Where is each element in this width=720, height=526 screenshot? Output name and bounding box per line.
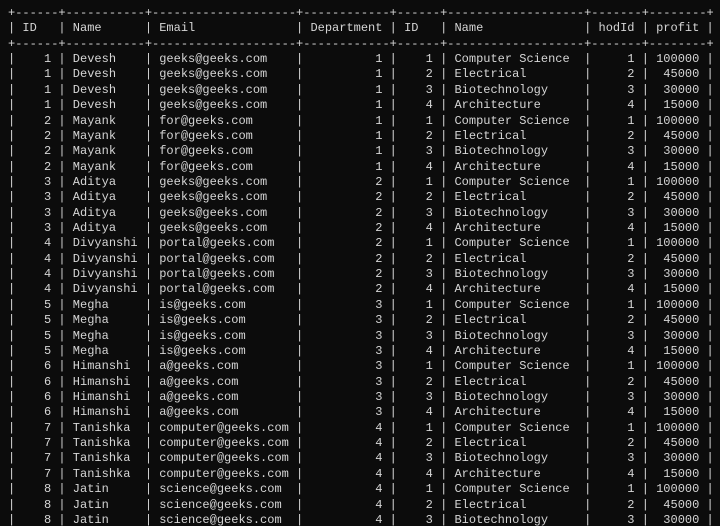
table-row: | 7 | Tanishka | computer@geeks.com | 4 … [8,451,716,466]
table-row: | 8 | Jatin | science@geeks.com | 4 | 2 … [8,498,716,513]
table-row: | 2 | Mayank | for@geeks.com | 1 | 3 | B… [8,144,716,159]
table-row: | 6 | Himanshi | a@geeks.com | 3 | 2 | E… [8,375,716,390]
table-row: | 2 | Mayank | for@geeks.com | 1 | 2 | E… [8,129,716,144]
table-separator: +------+-----------+--------------------… [8,6,716,21]
table-header-row: | ID | Name | Email | Department | ID | … [8,21,716,36]
table-row: | 7 | Tanishka | computer@geeks.com | 4 … [8,421,716,436]
table-row: | 2 | Mayank | for@geeks.com | 1 | 4 | A… [8,160,716,175]
table-row: | 7 | Tanishka | computer@geeks.com | 4 … [8,436,716,451]
table-row: | 1 | Devesh | geeks@geeks.com | 1 | 2 |… [8,67,716,82]
table-row: | 4 | Divyanshi | portal@geeks.com | 2 |… [8,252,716,267]
sql-result-table: +------+-----------+--------------------… [0,0,720,526]
table-row: | 3 | Aditya | geeks@geeks.com | 2 | 2 |… [8,190,716,205]
table-row: | 8 | Jatin | science@geeks.com | 4 | 3 … [8,513,716,526]
table-row: | 7 | Tanishka | computer@geeks.com | 4 … [8,467,716,482]
table-row: | 6 | Himanshi | a@geeks.com | 3 | 3 | B… [8,390,716,405]
table-row: | 4 | Divyanshi | portal@geeks.com | 2 |… [8,282,716,297]
table-row: | 3 | Aditya | geeks@geeks.com | 2 | 4 |… [8,221,716,236]
table-row: | 6 | Himanshi | a@geeks.com | 3 | 1 | C… [8,359,716,374]
table-row: | 1 | Devesh | geeks@geeks.com | 1 | 4 |… [8,98,716,113]
table-row: | 8 | Jatin | science@geeks.com | 4 | 1 … [8,482,716,497]
table-row: | 5 | Megha | is@geeks.com | 3 | 1 | Com… [8,298,716,313]
table-row: | 5 | Megha | is@geeks.com | 3 | 4 | Arc… [8,344,716,359]
table-row: | 4 | Divyanshi | portal@geeks.com | 2 |… [8,236,716,251]
table-row: | 3 | Aditya | geeks@geeks.com | 2 | 3 |… [8,206,716,221]
table-row: | 2 | Mayank | for@geeks.com | 1 | 1 | C… [8,114,716,129]
table-row: | 1 | Devesh | geeks@geeks.com | 1 | 1 |… [8,52,716,67]
table-row: | 1 | Devesh | geeks@geeks.com | 1 | 3 |… [8,83,716,98]
table-row: | 3 | Aditya | geeks@geeks.com | 2 | 1 |… [8,175,716,190]
table-row: | 4 | Divyanshi | portal@geeks.com | 2 |… [8,267,716,282]
table-separator: +------+-----------+--------------------… [8,37,716,52]
table-row: | 5 | Megha | is@geeks.com | 3 | 2 | Ele… [8,313,716,328]
table-row: | 5 | Megha | is@geeks.com | 3 | 3 | Bio… [8,329,716,344]
table-row: | 6 | Himanshi | a@geeks.com | 3 | 4 | A… [8,405,716,420]
